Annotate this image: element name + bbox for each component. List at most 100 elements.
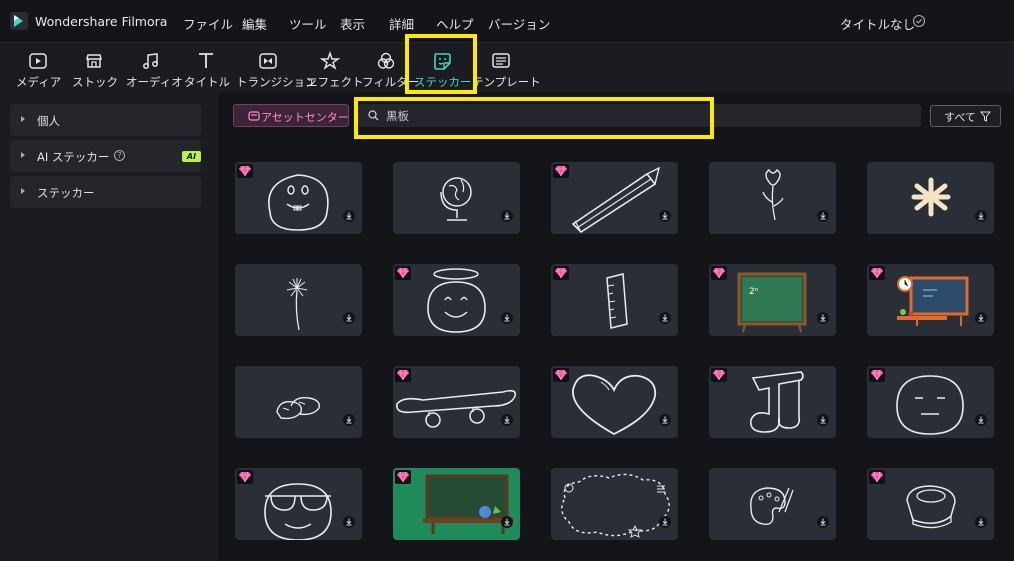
svg-text:2ⁿ: 2ⁿ — [749, 287, 759, 297]
download-icon[interactable] — [975, 516, 987, 528]
sidebar-item-label: 個人 — [37, 114, 60, 128]
sticker-card[interactable] — [551, 162, 678, 234]
sticker-icon — [434, 53, 451, 70]
download-icon[interactable] — [817, 516, 829, 528]
ruler-sticker — [606, 273, 628, 329]
download-icon[interactable] — [817, 414, 829, 426]
menu-edit[interactable]: 編集 — [242, 14, 267, 33]
flower-sticker — [762, 169, 784, 221]
tab-effect[interactable]: エフェクト — [306, 43, 364, 93]
tab-stock[interactable]: ストック — [72, 43, 118, 93]
sticker-card[interactable] — [393, 162, 520, 234]
download-icon[interactable] — [975, 414, 987, 426]
title-icon — [199, 53, 213, 68]
download-icon[interactable] — [817, 210, 829, 222]
tab-stock-label: ストック — [72, 75, 118, 89]
tab-template[interactable]: テンプレート — [472, 43, 541, 93]
sticker-card[interactable]: 2ⁿ — [709, 264, 836, 336]
download-icon[interactable] — [659, 516, 671, 528]
sticker-card[interactable] — [551, 264, 678, 336]
download-icon[interactable] — [501, 414, 513, 426]
filter-label: すべて — [944, 111, 976, 124]
premium-gem-icon — [553, 266, 569, 280]
tab-filter-label: フィルター — [362, 75, 420, 89]
menu-view[interactable]: 表示 — [340, 14, 365, 33]
download-icon[interactable] — [343, 414, 355, 426]
tab-title[interactable]: タイトル — [184, 43, 230, 93]
media-toolbar: メディア ストック オーディオ タイトル トランジション エフェクト フィルター… — [0, 42, 1014, 92]
sticker-card[interactable] — [235, 468, 362, 540]
tab-audio[interactable]: オーディオ — [126, 43, 183, 93]
tab-transition[interactable]: トランジション — [236, 43, 317, 93]
sticker-card[interactable] — [709, 162, 836, 234]
sticker-card[interactable] — [393, 468, 520, 540]
search-bar[interactable] — [358, 104, 921, 127]
sticker-card[interactable] — [235, 366, 362, 438]
ai-badge: AI — [182, 151, 201, 162]
dandelion-sticker — [286, 278, 308, 331]
sticker-card[interactable] — [551, 468, 678, 540]
sidebar-item-label: ステッカー — [37, 186, 95, 200]
download-icon[interactable] — [501, 516, 513, 528]
saved-check-icon — [912, 14, 926, 28]
tab-transition-label: トランジション — [236, 75, 317, 89]
chalkboard-sticker: 2ⁿ — [737, 272, 807, 333]
project-title[interactable]: タイトルなし — [840, 14, 915, 33]
premium-gem-icon — [395, 266, 411, 280]
title-bar: Wondershare Filmora ファイル 編集 ツール 表示 詳細 ヘル… — [0, 0, 1014, 42]
download-icon[interactable] — [975, 312, 987, 324]
download-icon[interactable] — [501, 312, 513, 324]
help-icon[interactable]: ? — [114, 150, 125, 161]
angel-face-sticker — [427, 268, 486, 333]
search-input[interactable] — [386, 107, 686, 124]
sidebar-item-personal[interactable]: 個人 — [10, 104, 201, 136]
sticker-card[interactable] — [393, 366, 520, 438]
sticker-card[interactable] — [867, 162, 994, 234]
stock-icon — [86, 54, 102, 68]
effect-icon — [320, 51, 340, 70]
sticker-card[interactable] — [867, 264, 994, 336]
app-name: Wondershare Filmora — [35, 14, 168, 29]
tab-audio-label: オーディオ — [126, 75, 183, 89]
search-icon — [368, 110, 379, 121]
sticker-card[interactable] — [235, 264, 362, 336]
filter-icon — [377, 52, 395, 69]
download-icon[interactable] — [659, 210, 671, 222]
filter-dropdown[interactable]: すべて — [930, 105, 1001, 127]
tab-filter[interactable]: フィルター — [362, 43, 420, 93]
sticker-card[interactable] — [551, 366, 678, 438]
sticker-card[interactable] — [235, 162, 362, 234]
menu-version[interactable]: バージョン — [488, 14, 550, 33]
sticker-card[interactable] — [709, 468, 836, 540]
menu-help[interactable]: ヘルプ — [436, 14, 474, 33]
template-icon — [492, 53, 510, 68]
expand-arrow-icon — [21, 188, 25, 194]
music-note-sticker — [749, 371, 804, 433]
skateboard-sticker — [396, 389, 517, 428]
transition-icon — [259, 53, 277, 69]
tab-media[interactable]: メディア — [16, 43, 61, 93]
sidebar-item-ai-sticker[interactable]: AI ステッカー ? AI — [10, 140, 201, 172]
download-icon[interactable] — [975, 210, 987, 222]
premium-gem-icon — [711, 266, 727, 280]
sticker-card[interactable] — [393, 264, 520, 336]
sidebar-item-sticker[interactable]: ステッカー — [10, 176, 201, 208]
menu-advanced[interactable]: 詳細 — [389, 14, 414, 33]
download-icon[interactable] — [343, 312, 355, 324]
classroom-sticker — [897, 276, 969, 326]
sticker-card[interactable] — [867, 468, 994, 540]
expand-arrow-icon — [21, 152, 25, 158]
download-icon[interactable] — [817, 312, 829, 324]
sticker-card[interactable] — [709, 366, 836, 438]
download-icon[interactable] — [343, 210, 355, 222]
sunglasses-face-sticker — [264, 483, 332, 540]
sticker-card[interactable] — [867, 366, 994, 438]
menu-tools[interactable]: ツール — [289, 14, 327, 33]
asset-center-button[interactable]: アセットセンター — [233, 104, 349, 127]
download-icon[interactable] — [659, 414, 671, 426]
download-icon[interactable] — [659, 312, 671, 324]
tab-sticker[interactable]: ステッカー — [414, 43, 472, 93]
download-icon[interactable] — [343, 516, 355, 528]
menu-file[interactable]: ファイル — [183, 14, 233, 33]
download-icon[interactable] — [501, 210, 513, 222]
